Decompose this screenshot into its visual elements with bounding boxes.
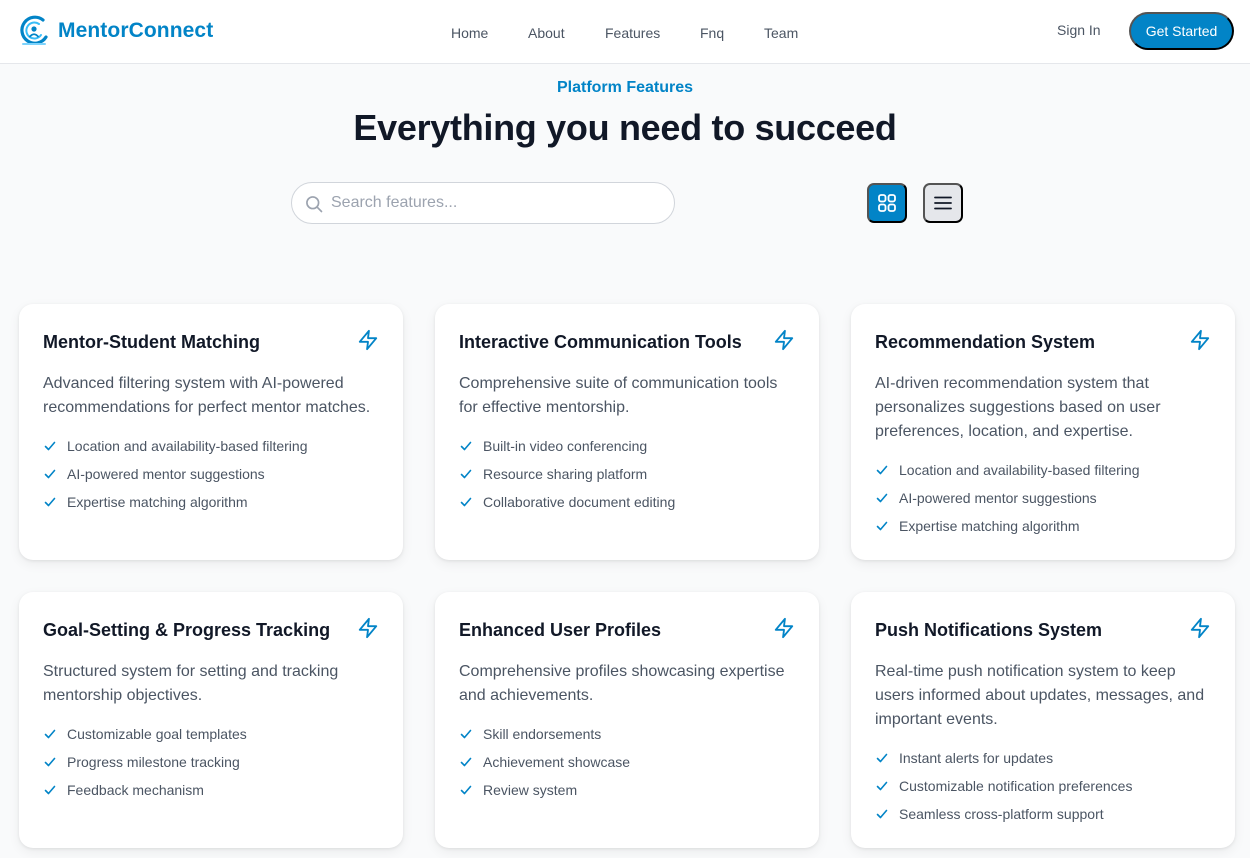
check-icon [876, 781, 888, 791]
card-feature-list: Location and availability-based filterin… [43, 432, 307, 516]
nav-link-home[interactable]: Home [451, 25, 488, 41]
nav-link-team[interactable]: Team [764, 25, 798, 41]
check-icon [44, 785, 56, 795]
check-icon [876, 521, 888, 531]
card-description: Real-time push notification system to ke… [875, 663, 1205, 728]
feature-item: AI-powered mentor suggestions [875, 484, 1139, 512]
feature-card-recommendation-system[interactable]: Recommendation System AI-driven recommen… [851, 304, 1235, 560]
check-icon [460, 441, 472, 451]
card-title: Enhanced User Profiles [459, 620, 662, 640]
feature-card-goal-setting[interactable]: Goal-Setting & Progress Tracking Structu… [19, 592, 403, 848]
card-feature-list: Customizable goal templates Progress mil… [43, 720, 247, 804]
lightning-bolt-icon [358, 329, 378, 351]
card-description: Comprehensive profiles showcasing expert… [459, 663, 785, 704]
feature-item: Location and availability-based filterin… [875, 456, 1139, 484]
check-icon [460, 469, 472, 479]
feature-item: Achievement showcase [459, 748, 630, 776]
check-icon [44, 469, 56, 479]
feature-item: Expertise matching algorithm [875, 512, 1139, 540]
grid-view-button[interactable] [867, 183, 907, 223]
card-title: Mentor-Student Matching [43, 332, 260, 352]
card-description: AI-driven recommendation system that per… [875, 375, 1161, 440]
card-feature-list: Built-in video conferencing Resource sha… [459, 432, 675, 516]
sign-in-link[interactable]: Sign In [1057, 22, 1101, 38]
card-feature-list: Instant alerts for updates Customizable … [875, 744, 1132, 828]
feature-item: Location and availability-based filterin… [43, 432, 307, 460]
feature-card-user-profiles[interactable]: Enhanced User Profiles Comprehensive pro… [435, 592, 819, 848]
section-eyebrow: Platform Features [556, 79, 694, 96]
lightning-bolt-icon [774, 617, 794, 639]
search-box[interactable] [291, 182, 675, 224]
card-title: Goal-Setting & Progress Tracking [43, 620, 331, 640]
check-icon [460, 729, 472, 739]
check-icon [876, 809, 888, 819]
section-title: Everything you need to succeed [353, 107, 897, 148]
card-description: Structured system for setting and tracki… [43, 663, 339, 704]
check-icon [44, 497, 56, 507]
top-navbar: MentorConnect Home About Features Fnq Te… [0, 0, 1250, 64]
check-icon [44, 757, 56, 767]
feature-item: Expertise matching algorithm [43, 488, 307, 516]
feature-card-mentor-matching[interactable]: Mentor-Student Matching Advanced filteri… [19, 304, 403, 560]
list-view-button[interactable] [923, 183, 963, 223]
card-description: Comprehensive suite of communication too… [459, 375, 778, 416]
check-icon [460, 785, 472, 795]
feature-item: Instant alerts for updates [875, 744, 1132, 772]
card-description: Advanced filtering system with AI-powere… [43, 375, 371, 416]
feature-item: Progress milestone tracking [43, 748, 247, 776]
search-icon [306, 196, 323, 213]
feature-item: Feedback mechanism [43, 776, 247, 804]
nav-link-about[interactable]: About [528, 25, 565, 41]
feature-item: Built-in video conferencing [459, 432, 675, 460]
card-title: Push Notifications System [875, 620, 1103, 640]
check-icon [876, 465, 888, 475]
feature-item: Customizable notification preferences [875, 772, 1132, 800]
lightning-bolt-icon [1190, 617, 1210, 639]
check-icon [460, 757, 472, 767]
feature-card-push-notifications[interactable]: Push Notifications System Real-time push… [851, 592, 1235, 848]
check-icon [44, 441, 56, 451]
feature-card-communication-tools[interactable]: Interactive Communication Tools Comprehe… [435, 304, 819, 560]
feature-item: Skill endorsements [459, 720, 630, 748]
lightning-bolt-icon [358, 617, 378, 639]
card-feature-list: Skill endorsements Achievement showcase … [459, 720, 630, 804]
grid-icon [878, 194, 896, 212]
get-started-button[interactable]: Get Started [1129, 12, 1234, 50]
feature-item: Seamless cross-platform support [875, 800, 1132, 828]
check-icon [876, 753, 888, 763]
lightning-bolt-icon [774, 329, 794, 351]
lightning-bolt-icon [1190, 329, 1210, 351]
card-feature-list: Location and availability-based filterin… [875, 456, 1139, 540]
feature-item: AI-powered mentor suggestions [43, 460, 307, 488]
nav-link-fnq[interactable]: Fnq [700, 25, 724, 41]
feature-item: Resource sharing platform [459, 460, 675, 488]
feature-item: Review system [459, 776, 630, 804]
card-title: Recommendation System [875, 332, 1096, 352]
check-icon [460, 497, 472, 507]
nav-link-features[interactable]: Features [605, 25, 660, 41]
check-icon [876, 493, 888, 503]
check-icon [44, 729, 56, 739]
list-icon [934, 196, 952, 210]
card-title: Interactive Communication Tools [459, 332, 742, 352]
feature-item: Customizable goal templates [43, 720, 247, 748]
search-input[interactable] [331, 183, 661, 223]
feature-item: Collaborative document editing [459, 488, 675, 516]
